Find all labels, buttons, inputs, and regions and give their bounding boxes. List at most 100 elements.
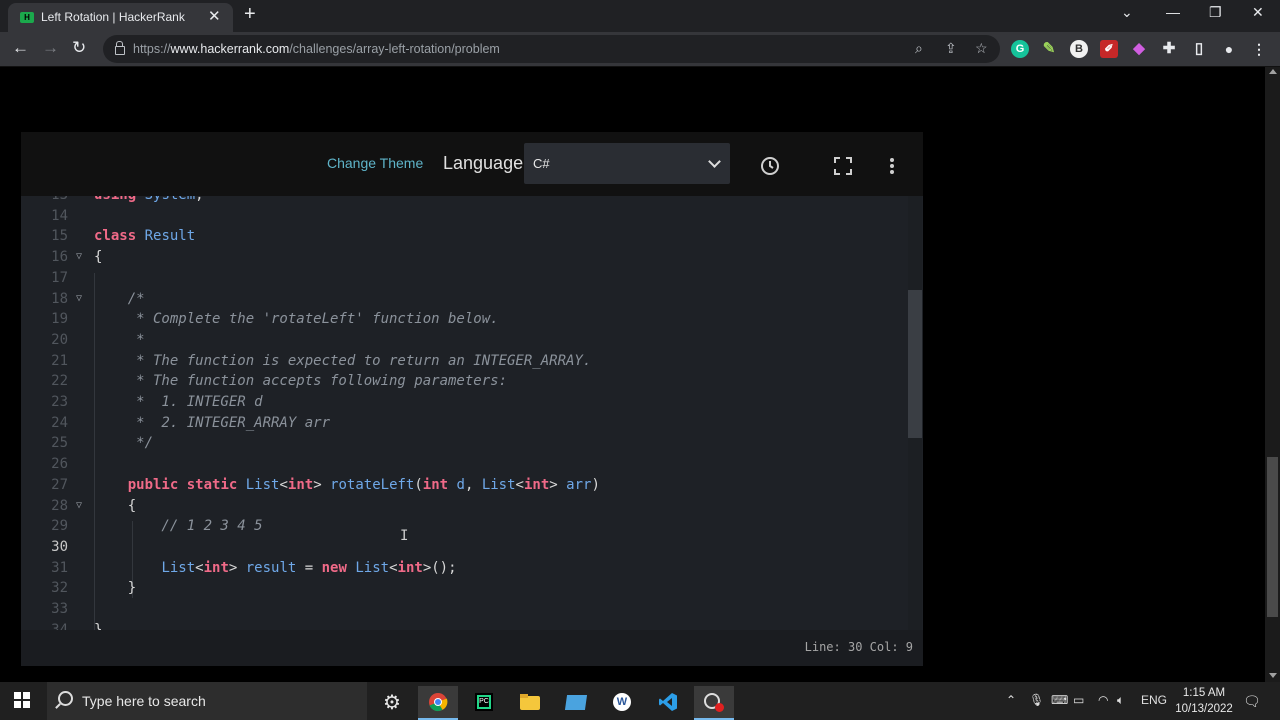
microphone-icon[interactable]: 🎙︎	[1029, 693, 1044, 707]
language-label: Language	[443, 153, 524, 173]
restore-icon[interactable]: ❐	[1209, 4, 1222, 21]
profile-extension-icon[interactable]: B	[1070, 40, 1088, 58]
code-line[interactable]: 26	[21, 456, 901, 477]
code-line[interactable]: 31 List<int> result = new List<int>();	[21, 560, 901, 581]
file-explorer-app-icon[interactable]	[510, 686, 550, 720]
color-extension-icon[interactable]: ◆	[1130, 40, 1148, 58]
windows-taskbar: Type here to search ⚙ PC W ⌃ 🎙︎ ⌨ ▭ ◠ 🔈︎	[0, 682, 1280, 720]
new-tab-icon[interactable]: +	[244, 3, 256, 26]
code-text: List<int> result = new List<int>();	[161, 559, 457, 576]
fullscreen-icon[interactable]	[834, 157, 852, 175]
pen-extension-icon[interactable]: ✎	[1040, 40, 1058, 58]
tab-close-icon[interactable]: ✕	[208, 7, 221, 25]
code-editor[interactable]: 13 using System; 14 15 class Result 16 ▽ {17 18 ▽…	[21, 196, 923, 630]
more-options-icon[interactable]	[889, 157, 895, 175]
code-line[interactable]: 23 * 1. INTEGER d	[21, 394, 901, 415]
line-number: 26	[51, 456, 68, 473]
url-text[interactable]: https://www.hackerrank.com/challenges/ar…	[133, 42, 500, 56]
code-line[interactable]: 16 ▽ {	[21, 249, 901, 270]
code-text: {	[94, 249, 103, 266]
line-number: 33	[51, 601, 68, 617]
scroll-down-icon[interactable]	[1269, 673, 1277, 678]
editor-scrollbar[interactable]	[908, 196, 922, 630]
zoom-icon[interactable]: ⌕	[915, 40, 923, 57]
change-theme-link[interactable]: Change Theme	[327, 155, 423, 171]
code-text: * The function accepts following paramet…	[94, 373, 508, 390]
chrome-app-icon[interactable]	[418, 686, 458, 720]
code-line[interactable]: 34}	[21, 622, 901, 630]
word-app-icon[interactable]: W	[602, 686, 642, 720]
pycharm-app-icon[interactable]: PC	[464, 686, 504, 720]
code-line[interactable]: 25 */	[21, 435, 901, 456]
code-text: * The function is expected to return an …	[94, 352, 592, 369]
code-text: */	[94, 435, 154, 452]
grammarly-extension-icon[interactable]: G	[1011, 40, 1029, 58]
vscode-app-icon[interactable]	[648, 686, 688, 720]
code-line[interactable]: 29 // 1 2 3 4 5	[21, 518, 901, 539]
line-number: 20	[51, 331, 68, 348]
forward-icon[interactable]: →	[42, 38, 59, 58]
code-text: {	[94, 497, 137, 514]
reset-code-icon[interactable]	[760, 156, 780, 176]
code-line[interactable]: 15 class Result	[21, 228, 901, 249]
battery-icon[interactable]: ▭	[1073, 693, 1084, 707]
language-select[interactable]: C#	[524, 143, 730, 184]
code-line[interactable]: 27 public static List<int> rotateLeft(in…	[21, 477, 901, 498]
wifi-icon[interactable]: ◠	[1098, 693, 1108, 707]
code-line[interactable]: 24 * 2. INTEGER_ARRAY arr	[21, 415, 901, 436]
line-number: 14	[51, 207, 68, 224]
search-icon	[58, 691, 73, 706]
language-indicator[interactable]: ENG	[1141, 693, 1167, 707]
code-line[interactable]: 21 * The function is expected to return …	[21, 353, 901, 374]
taskbar-search[interactable]: Type here to search	[47, 682, 367, 720]
fold-chevron-icon[interactable]: ▽	[76, 500, 82, 511]
account-icon[interactable]: ●	[1220, 40, 1238, 58]
recorder-app-icon[interactable]	[694, 686, 734, 720]
code-line[interactable]: 20 *	[21, 332, 901, 353]
side-panel-icon[interactable]: ▯	[1190, 40, 1208, 58]
search-placeholder: Type here to search	[82, 693, 206, 709]
bookmark-star-icon[interactable]: ☆	[975, 40, 988, 57]
code-text: }	[94, 621, 103, 630]
scroll-up-icon[interactable]	[1269, 69, 1277, 74]
volume-icon[interactable]: 🔈︎	[1117, 693, 1124, 708]
photos-app-icon[interactable]	[556, 686, 596, 720]
line-number: 30	[51, 538, 68, 555]
settings-app-icon[interactable]: ⚙	[373, 686, 413, 720]
line-number: 15	[51, 228, 68, 245]
extensions-puzzle-icon[interactable]: ✚	[1160, 40, 1178, 58]
code-line[interactable]: 30	[21, 539, 901, 560]
code-line[interactable]: 13 using System;	[21, 196, 901, 208]
code-line[interactable]: 19 * Complete the 'rotateLeft' function …	[21, 311, 901, 332]
minimize-icon[interactable]: —	[1166, 4, 1180, 20]
address-bar[interactable]: https://www.hackerrank.com/challenges/ar…	[103, 35, 1000, 63]
tab-search-chevron-icon[interactable]: ⌄	[1121, 4, 1133, 21]
code-line[interactable]: 33	[21, 601, 901, 622]
code-text: *	[94, 331, 145, 348]
browser-title-bar: H Left Rotation | HackerRank ✕ + ⌄ — ❐ ✕	[0, 0, 1280, 32]
code-line[interactable]: 17	[21, 270, 901, 291]
show-hidden-icons-chevron-icon[interactable]: ⌃	[1006, 693, 1016, 707]
line-number: 13	[21, 196, 68, 203]
code-line[interactable]: 18 ▽ /*	[21, 291, 901, 312]
fold-chevron-icon[interactable]: ▽	[76, 251, 82, 262]
close-window-icon[interactable]: ✕	[1252, 4, 1264, 21]
page-scroll-thumb[interactable]	[1267, 457, 1278, 617]
fold-chevron-icon[interactable]: ▽	[76, 293, 82, 304]
menu-kebab-icon[interactable]: ⋮	[1250, 40, 1268, 58]
keyboard-icon[interactable]: ⌨	[1051, 693, 1068, 707]
code-line[interactable]: 22 * The function accepts following para…	[21, 373, 901, 394]
code-line[interactable]: 28 ▽ {	[21, 498, 901, 519]
clock[interactable]: 1:15 AM 10/13/2022	[1168, 685, 1240, 717]
code-line[interactable]: 14	[21, 208, 901, 229]
page-scrollbar[interactable]	[1265, 67, 1280, 682]
windows-start-icon[interactable]	[14, 692, 30, 708]
reload-icon[interactable]: ↻	[72, 38, 86, 58]
notifications-icon[interactable]: 🗨︎	[1243, 693, 1261, 710]
browser-tab[interactable]: H Left Rotation | HackerRank ✕	[8, 3, 233, 32]
editor-scroll-thumb[interactable]	[908, 290, 922, 438]
share-icon[interactable]: ⇪	[945, 40, 957, 57]
code-line[interactable]: 32 }	[21, 580, 901, 601]
red-extension-icon[interactable]: ✐	[1100, 40, 1118, 58]
back-icon[interactable]: ←	[12, 38, 29, 58]
